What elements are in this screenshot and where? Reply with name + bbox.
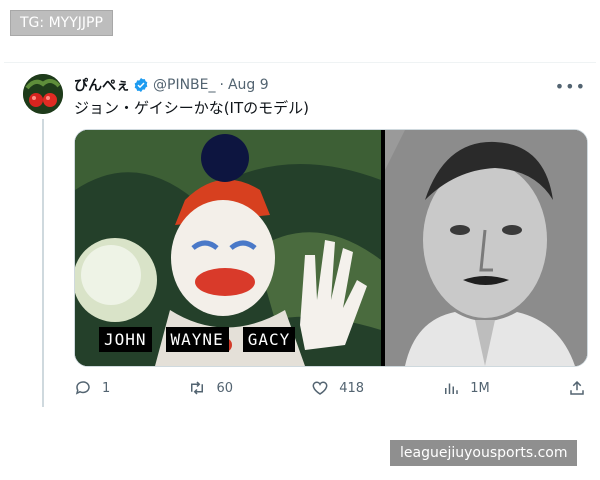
reply-count: 1 bbox=[102, 380, 111, 396]
heart-icon bbox=[312, 381, 328, 395]
reply-icon bbox=[75, 381, 90, 395]
retweet-count: 60 bbox=[216, 380, 234, 396]
watermark-bottom: leaguejiuyousports.com bbox=[390, 440, 578, 466]
tweet-text: ジョン・ゲイシーかな(ITのモデル) bbox=[74, 99, 309, 117]
retweet-button[interactable]: 60 bbox=[188, 379, 233, 397]
verified-badge-icon bbox=[134, 78, 148, 92]
views-button[interactable]: 1M bbox=[442, 379, 490, 397]
media-image-clown[interactable]: JOHN WAYNE GACY bbox=[75, 130, 381, 366]
caption-word: JOHN bbox=[99, 327, 152, 352]
caption-word: WAYNE bbox=[165, 327, 229, 352]
tweet-actions: 1 60 418 1M bbox=[74, 379, 586, 397]
like-count: 418 bbox=[339, 380, 365, 396]
tweet-media[interactable]: JOHN WAYNE GACY bbox=[74, 129, 588, 367]
bar-chart-icon bbox=[445, 383, 459, 394]
views-count: 1M bbox=[470, 380, 490, 396]
watermark-top: TG: MYYJJPP bbox=[10, 10, 113, 36]
retweet-icon bbox=[191, 381, 204, 395]
media-image-portrait[interactable] bbox=[385, 130, 587, 366]
caption-word: GACY bbox=[242, 327, 296, 352]
like-button[interactable]: 418 bbox=[311, 379, 364, 397]
reply-button[interactable]: 1 bbox=[74, 379, 110, 397]
tweet-header: ぴんぺぇ @PINBE_ · Aug 9 bbox=[74, 75, 269, 95]
share-button[interactable] bbox=[568, 379, 586, 397]
display-name[interactable]: ぴんぺぇ bbox=[74, 75, 130, 95]
avatar[interactable] bbox=[23, 74, 63, 114]
media-caption: JOHN WAYNE GACY bbox=[99, 327, 296, 352]
share-icon bbox=[570, 380, 584, 395]
thread-line bbox=[42, 119, 44, 407]
more-horizontal-icon[interactable]: ••• bbox=[555, 77, 586, 96]
tweet-date[interactable]: Aug 9 bbox=[228, 77, 269, 93]
tweet-card[interactable]: ぴんぺぇ @PINBE_ · Aug 9 ••• ジョン・ゲイシーかな(ITのモ… bbox=[4, 62, 596, 423]
separator-dot: · bbox=[219, 77, 224, 93]
user-handle[interactable]: @PINBE_ bbox=[153, 77, 216, 93]
